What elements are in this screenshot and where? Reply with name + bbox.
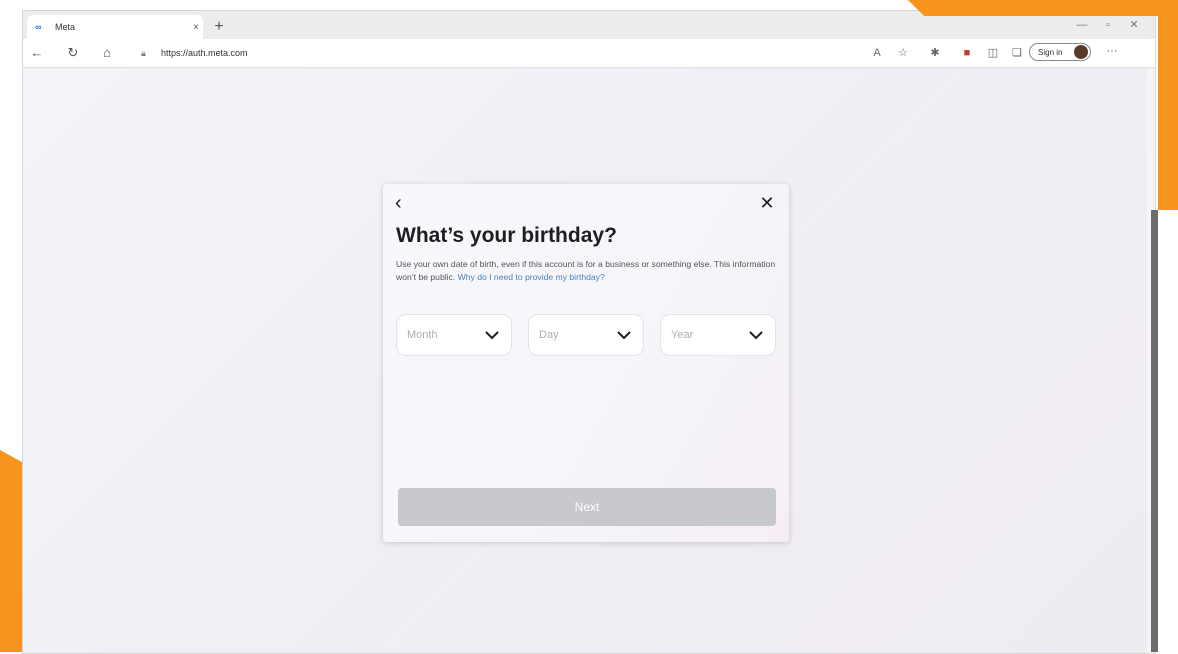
extensions-icon[interactable]: ✱ bbox=[927, 45, 943, 61]
chevron-down-icon bbox=[749, 331, 763, 340]
tab-close-icon[interactable]: × bbox=[189, 22, 203, 33]
chevron-down-icon bbox=[485, 331, 499, 340]
new-tab-button[interactable]: + bbox=[209, 17, 229, 37]
sign-in-label: Sign in bbox=[1038, 48, 1063, 57]
favorites-icon[interactable]: ☆ bbox=[895, 45, 911, 61]
tab-meta[interactable]: ∞ Meta × bbox=[27, 15, 203, 39]
month-placeholder: Month bbox=[407, 329, 438, 341]
back-button[interactable]: ‹ bbox=[395, 192, 415, 214]
page-viewport: ‹ ✕ What’s your birthday? Use your own d… bbox=[23, 68, 1155, 653]
home-icon[interactable]: ⌂ bbox=[97, 44, 117, 62]
decorative-orange-bar-right bbox=[1158, 0, 1178, 210]
meta-logo-icon: ∞ bbox=[35, 22, 42, 32]
profile-avatar-icon bbox=[1074, 45, 1088, 59]
back-icon[interactable]: ← bbox=[27, 44, 47, 62]
why-birthday-link[interactable]: Why do I need to provide my birthday? bbox=[458, 272, 605, 282]
decorative-orange-bar-left bbox=[0, 450, 22, 652]
chevron-down-icon bbox=[617, 331, 631, 340]
url-text: https://auth.meta.com bbox=[161, 48, 248, 58]
day-placeholder: Day bbox=[539, 329, 559, 341]
year-placeholder: Year bbox=[671, 329, 694, 341]
tab-title: Meta bbox=[55, 22, 76, 32]
dialog-title: What’s your birthday? bbox=[396, 224, 617, 247]
split-screen-icon[interactable]: ◫ bbox=[985, 45, 1001, 61]
collections-icon[interactable]: ❏ bbox=[1009, 45, 1025, 61]
month-select[interactable]: Month bbox=[396, 314, 512, 356]
browser-window: ∞ Meta × + — ▫ ✕ ← ↻ ⌂ 🔒︎ https://auth.me… bbox=[22, 10, 1156, 654]
extension-icon[interactable]: ■ bbox=[959, 45, 975, 61]
lock-icon: 🔒︎ bbox=[141, 48, 146, 58]
window-close-icon[interactable]: ✕ bbox=[1121, 15, 1147, 35]
decorative-orange-corner-top bbox=[908, 0, 1178, 16]
birthday-dialog: ‹ ✕ What’s your birthday? Use your own d… bbox=[383, 184, 789, 542]
decorative-shadow-right bbox=[1151, 210, 1158, 652]
read-aloud-icon[interactable]: A bbox=[869, 45, 885, 61]
sign-in-button[interactable]: Sign in bbox=[1029, 43, 1091, 61]
year-select[interactable]: Year bbox=[660, 314, 776, 356]
browser-toolbar: ← ↻ ⌂ 🔒︎ https://auth.meta.com A ☆ ✱ ■ ◫ … bbox=[23, 39, 1155, 68]
day-select[interactable]: Day bbox=[528, 314, 644, 356]
close-button[interactable]: ✕ bbox=[757, 192, 777, 214]
next-button[interactable]: Next bbox=[398, 488, 776, 526]
more-options-icon[interactable]: ··· bbox=[1103, 45, 1121, 57]
minimize-icon[interactable]: — bbox=[1069, 15, 1095, 35]
address-bar[interactable]: 🔒︎ https://auth.meta.com bbox=[141, 43, 861, 63]
refresh-icon[interactable]: ↻ bbox=[63, 44, 83, 62]
maximize-icon[interactable]: ▫ bbox=[1095, 15, 1121, 35]
dialog-description: Use your own date of birth, even if this… bbox=[396, 258, 784, 284]
